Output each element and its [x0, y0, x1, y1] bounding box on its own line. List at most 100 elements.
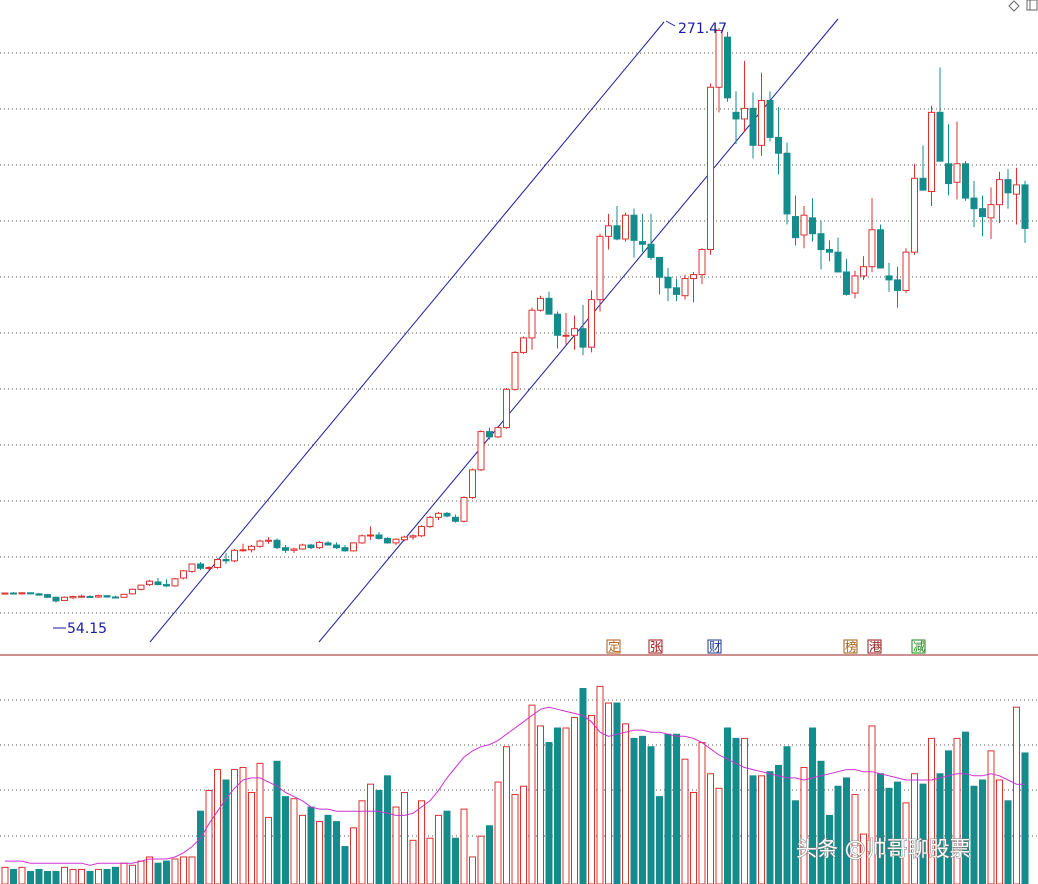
volume-bar	[503, 746, 510, 884]
candle-body	[180, 570, 187, 579]
candle	[724, 31, 731, 102]
volume-bar	[732, 737, 740, 884]
candle	[1021, 180, 1029, 243]
candle	[758, 72, 765, 156]
candle-body	[758, 99, 765, 146]
candle-body	[970, 197, 978, 210]
low-annotation: 54.15	[53, 621, 107, 637]
volume-bar	[639, 735, 646, 884]
volume-bar	[282, 796, 289, 884]
volume-bar	[367, 783, 374, 884]
volume-bar	[52, 871, 60, 884]
candle	[146, 579, 153, 586]
candle	[469, 468, 476, 499]
candle	[460, 496, 468, 523]
candle	[282, 545, 289, 553]
volume-bar	[928, 737, 935, 884]
volume-bar	[520, 785, 527, 884]
candle-body	[520, 337, 527, 353]
candle	[885, 262, 893, 292]
candle	[520, 336, 527, 354]
volume-bar	[469, 856, 476, 884]
volume-bar	[979, 779, 986, 884]
volume-bar	[996, 779, 1003, 884]
candle	[630, 208, 638, 258]
candle	[996, 171, 1003, 224]
candle	[341, 545, 349, 552]
volume-bar	[962, 731, 969, 884]
volume-bar	[698, 742, 706, 884]
price-gridlines	[0, 52, 1038, 614]
candle-body	[358, 535, 366, 544]
volume-bar	[205, 789, 213, 884]
candle-body	[545, 297, 553, 315]
candle	[452, 514, 459, 523]
candle	[137, 584, 145, 591]
candle-body	[741, 107, 748, 120]
candle	[418, 525, 425, 538]
candle	[154, 578, 162, 586]
badge-cai[interactable]: 财	[707, 639, 722, 654]
candle-body	[1013, 184, 1020, 195]
volume-bar	[554, 727, 561, 884]
volume-bar	[588, 715, 595, 884]
candle	[715, 27, 723, 113]
candle	[928, 105, 935, 206]
candle	[528, 307, 536, 350]
candle-body	[987, 204, 995, 219]
candle	[851, 270, 859, 299]
volume-bar	[494, 781, 502, 884]
candle	[622, 212, 629, 242]
candle-body	[214, 559, 221, 568]
candle	[962, 161, 969, 201]
volume-bar	[452, 837, 459, 884]
badge-jian[interactable]: 减	[911, 639, 926, 654]
candle	[188, 563, 196, 573]
volume-bar	[673, 733, 680, 884]
candle-body	[656, 256, 663, 278]
candle-body	[197, 563, 204, 569]
candle	[834, 237, 842, 273]
candle-body	[554, 313, 561, 336]
candle	[894, 266, 901, 308]
low-label: 54.15	[67, 621, 107, 637]
candle	[494, 426, 502, 439]
candle	[180, 570, 187, 580]
candle	[222, 552, 230, 565]
window-icon[interactable]	[1026, 0, 1038, 11]
volume-bar	[44, 871, 51, 884]
candle	[792, 195, 799, 246]
volume-bar	[664, 733, 672, 884]
badge-zhang[interactable]: 张	[648, 639, 663, 654]
candle	[358, 534, 366, 544]
svg-text:港: 港	[869, 640, 881, 654]
candle	[843, 258, 850, 296]
candle	[205, 566, 213, 571]
candle-body	[715, 30, 723, 88]
candle-body	[392, 538, 400, 544]
diamond-icon[interactable]	[1008, 0, 1020, 12]
volume-bar	[273, 760, 281, 884]
candle-body	[95, 595, 102, 598]
candle-body	[945, 163, 952, 185]
candle-body	[877, 229, 884, 269]
volume-bar	[724, 727, 731, 884]
candle-body	[290, 548, 298, 551]
volume-bar	[919, 783, 927, 884]
candle-body	[979, 208, 986, 218]
svg-text:张: 张	[650, 640, 662, 654]
candle	[392, 538, 400, 546]
candle-body	[222, 559, 230, 562]
candle	[945, 124, 952, 196]
badge-ding[interactable]: 定	[606, 639, 621, 654]
candle	[970, 180, 978, 228]
volume-bar	[171, 858, 179, 884]
svg-text:定: 定	[608, 639, 620, 654]
candle	[231, 548, 238, 563]
candle-body	[231, 549, 238, 562]
badge-bang[interactable]: 榜	[843, 639, 858, 654]
candle	[860, 256, 867, 280]
badge-gang[interactable]: 港	[867, 639, 882, 654]
candle	[673, 278, 680, 301]
candle-body	[409, 535, 417, 538]
